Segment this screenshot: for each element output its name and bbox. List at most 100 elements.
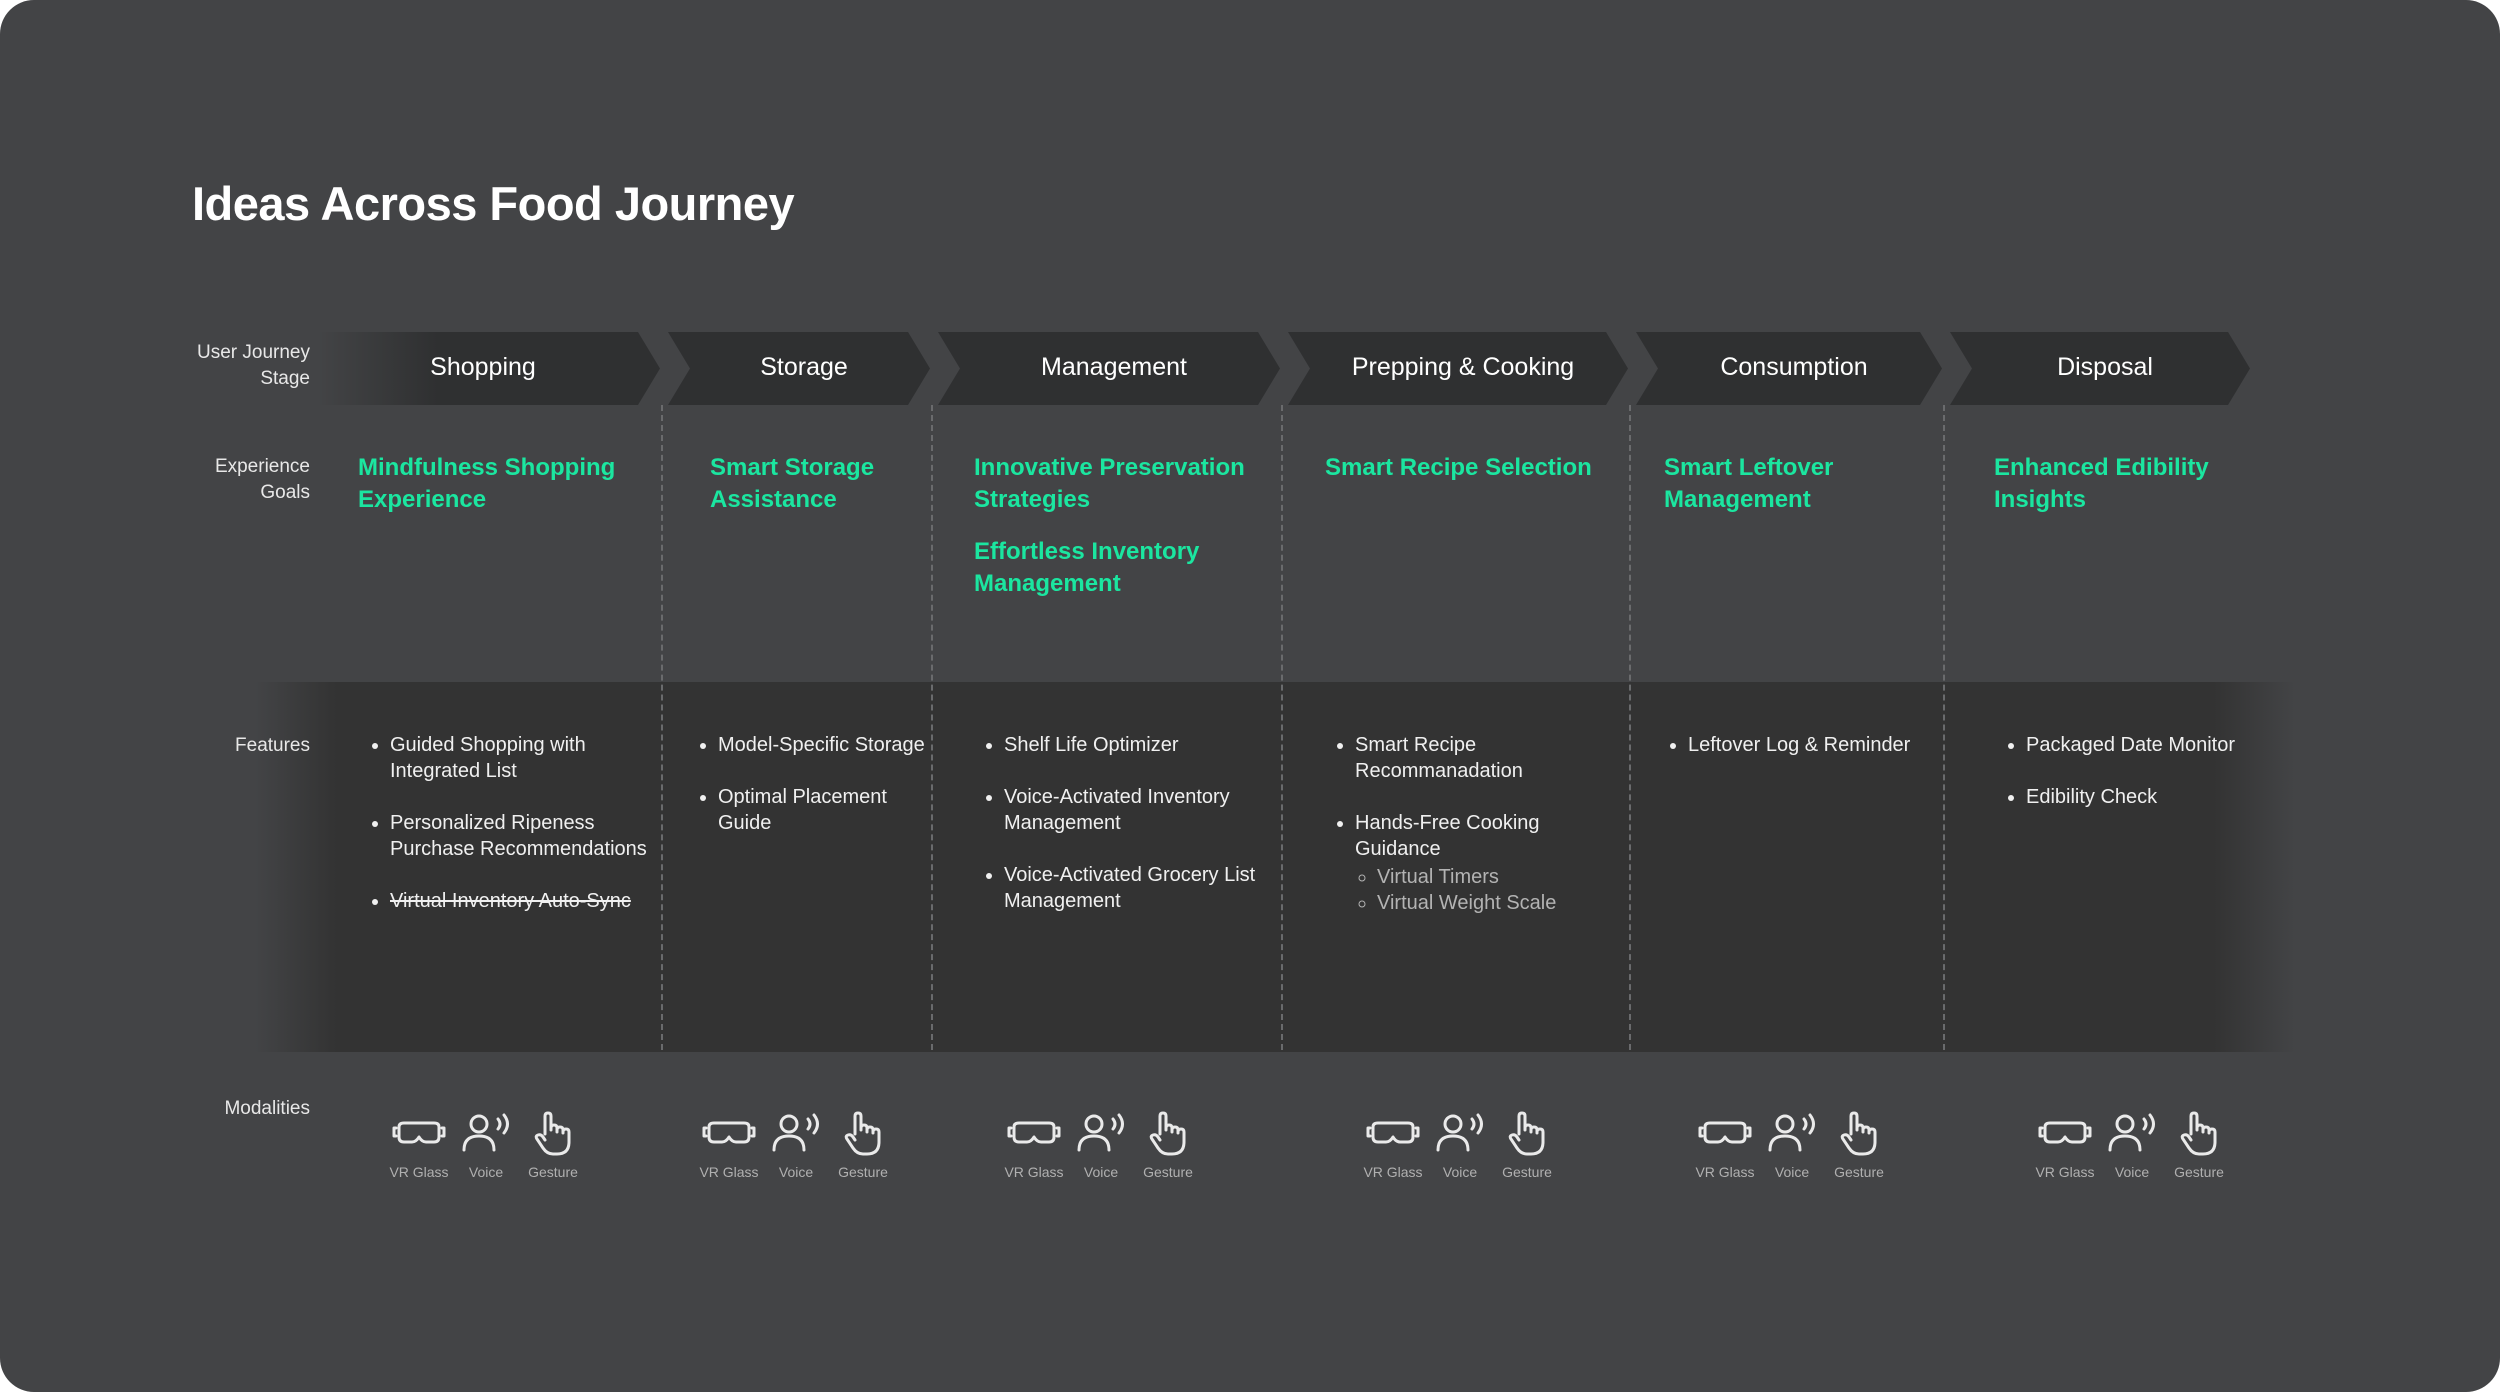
modality-group: VR Glass Voice Gesture — [1360, 1110, 1560, 1190]
gesture-icon — [2166, 1110, 2232, 1158]
modality-label: Voice — [1083, 1164, 1119, 1180]
modality-voice: Voice — [1759, 1110, 1825, 1180]
feature-list: Model-Specific Storage Optimal Placement … — [696, 732, 938, 862]
modality-label: VR Glass — [699, 1164, 759, 1180]
modality-label: Gesture — [1834, 1164, 1884, 1180]
row-label-goals: Experience Goals — [214, 456, 310, 503]
goal-block: Mindfulness Shopping Experience — [358, 452, 628, 536]
modality-gesture: Gesture — [1135, 1110, 1201, 1180]
feature-item: Hands-Free Cooking GuidanceVirtual Timer… — [1355, 810, 1605, 916]
stage-label: Consumption — [1720, 353, 1868, 381]
stage-label: Management — [1041, 353, 1187, 381]
column-divider — [1943, 405, 1945, 1050]
feature-text: Voice-Activated Grocery List Management — [1004, 864, 1256, 912]
column-divider — [1281, 405, 1283, 1050]
modality-vr-glass: VR Glass — [1001, 1110, 1067, 1180]
gesture-icon — [520, 1110, 586, 1158]
modality-vr-glass: VR Glass — [1360, 1110, 1426, 1180]
voice-icon — [1759, 1110, 1825, 1158]
modality-vr-glass: VR Glass — [696, 1110, 762, 1180]
feature-item: Packaged Date Monitor — [2026, 732, 2286, 758]
experience-goal: Enhanced Edibility Insights — [1994, 454, 2209, 513]
feature-text: Guided Shopping with Integrated List — [390, 734, 586, 782]
feature-list: Packaged Date Monitor Edibility Check — [2004, 732, 2286, 836]
modality-group: VR Glass Voice Gesture — [1001, 1110, 1201, 1190]
feature-text: Voice-Activated Inventory Management — [1004, 786, 1230, 834]
feature-text: Virtual Inventory Auto-Sync — [390, 890, 631, 912]
stage-label: Disposal — [2057, 353, 2153, 381]
modality-voice: Voice — [453, 1110, 519, 1180]
modality-label: Gesture — [1143, 1164, 1193, 1180]
modality-label: VR Glass — [2035, 1164, 2095, 1180]
gesture-icon — [830, 1110, 896, 1158]
experience-goal: Smart Recipe Selection — [1325, 454, 1592, 481]
modality-label: Voice — [1442, 1164, 1478, 1180]
modality-label: Gesture — [2174, 1164, 2224, 1180]
gesture-icon — [1826, 1110, 1892, 1158]
vr-glass-icon — [2032, 1110, 2098, 1158]
modality-gesture: Gesture — [1494, 1110, 1560, 1180]
feature-item: Smart Recipe Recommanadation — [1355, 732, 1605, 784]
experience-goal: Innovative Preservation Strategies — [974, 454, 1245, 513]
feature-item: Voice-Activated Inventory Management — [1004, 784, 1264, 836]
goal-block: Innovative Preservation Strategies Effort… — [974, 452, 1274, 620]
modality-label: VR Glass — [1363, 1164, 1423, 1180]
column-divider — [661, 405, 663, 1050]
modality-label: VR Glass — [1695, 1164, 1755, 1180]
feature-item: Leftover Log & Reminder — [1688, 732, 1958, 758]
feature-text: Personalized Ripeness Purchase Recommend… — [390, 812, 647, 860]
modality-voice: Voice — [1427, 1110, 1493, 1180]
feature-text: Edibility Check — [2026, 786, 2158, 808]
modality-group: VR Glass Voice Gesture — [696, 1110, 896, 1190]
goal-block: Enhanced Edibility Insights — [1994, 452, 2224, 536]
feature-sub-list: Virtual TimersVirtual Weight Scale — [1355, 864, 1605, 916]
modality-gesture: Gesture — [520, 1110, 586, 1180]
experience-goal: Effortless Inventory Management — [974, 538, 1200, 597]
feature-list: Shelf Life Optimizer Voice-Activated Inve… — [982, 732, 1264, 940]
modality-label: VR Glass — [389, 1164, 449, 1180]
vr-glass-icon — [1360, 1110, 1426, 1158]
modality-voice: Voice — [2099, 1110, 2165, 1180]
feature-list: Leftover Log & Reminder — [1666, 732, 1958, 784]
modality-group: VR Glass Voice Gesture — [386, 1110, 586, 1190]
experience-goal: Smart Storage Assistance — [710, 454, 875, 513]
goal-block: Smart Storage Assistance — [710, 452, 910, 536]
experience-goal: Mindfulness Shopping Experience — [358, 454, 616, 513]
feature-item: Personalized Ripeness Purchase Recommend… — [390, 810, 670, 862]
feature-sub-item: Virtual Timers — [1377, 864, 1605, 890]
feature-item: Voice-Activated Grocery List Management — [1004, 862, 1264, 914]
feature-item: Shelf Life Optimizer — [1004, 732, 1264, 758]
journey-card: Ideas Across Food Journey User Journey S… — [0, 0, 2500, 1392]
stage-label: Storage — [760, 353, 848, 381]
modality-label: Voice — [2114, 1164, 2150, 1180]
modality-label: Voice — [468, 1164, 504, 1180]
feature-text: Model-Specific Storage — [718, 734, 925, 756]
voice-icon — [2099, 1110, 2165, 1158]
modality-label: Gesture — [838, 1164, 888, 1180]
page-title: Ideas Across Food Journey — [192, 177, 795, 230]
vr-glass-icon — [1001, 1110, 1067, 1158]
modality-voice: Voice — [763, 1110, 829, 1180]
row-label-stage: User Journey Stage — [197, 342, 310, 389]
feature-list: Guided Shopping with Integrated List Pers… — [368, 732, 670, 940]
goal-block: Smart Recipe Selection — [1325, 452, 1625, 504]
stage-label: Prepping & Cooking — [1351, 353, 1575, 381]
feature-sub-item: Virtual Weight Scale — [1377, 890, 1605, 916]
feature-text: Smart Recipe Recommanadation — [1355, 734, 1523, 782]
vr-glass-icon — [696, 1110, 762, 1158]
modality-vr-glass: VR Glass — [1692, 1110, 1758, 1180]
stage-label: Shopping — [430, 353, 536, 381]
gesture-icon — [1135, 1110, 1201, 1158]
feature-list: Smart Recipe Recommanadation Hands-Free C… — [1333, 732, 1605, 942]
feature-text: Hands-Free Cooking Guidance — [1355, 812, 1540, 860]
modality-vr-glass: VR Glass — [386, 1110, 452, 1180]
feature-text: Optimal Placement Guide — [718, 786, 887, 834]
feature-text: Packaged Date Monitor — [2026, 734, 2236, 756]
voice-icon — [453, 1110, 519, 1158]
modality-label: VR Glass — [1004, 1164, 1064, 1180]
column-divider — [1629, 405, 1631, 1050]
row-label-features: Features — [235, 735, 310, 756]
feature-text: Leftover Log & Reminder — [1688, 734, 1911, 756]
modality-gesture: Gesture — [1826, 1110, 1892, 1180]
modality-vr-glass: VR Glass — [2032, 1110, 2098, 1180]
